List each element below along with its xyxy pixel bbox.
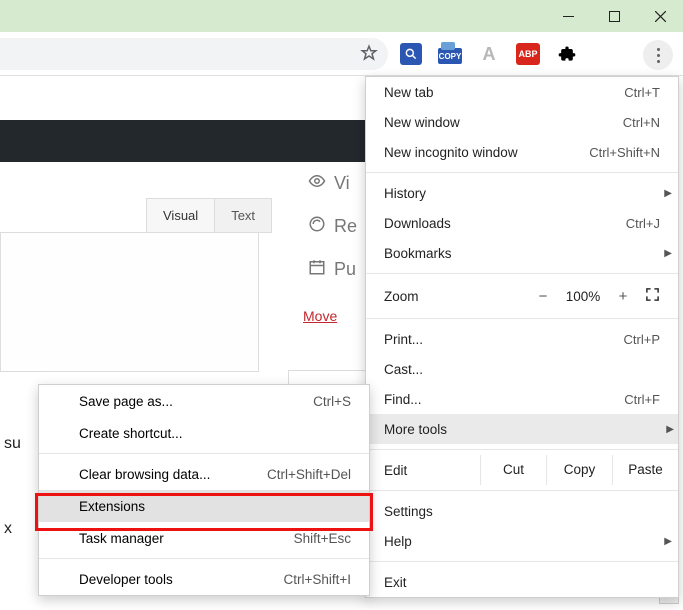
menu-separator — [366, 490, 678, 491]
chrome-main-menu: New tabCtrl+T New windowCtrl+N New incog… — [365, 76, 679, 598]
menu-zoom: Zoom − 100% + — [366, 279, 678, 313]
meta-icons: Vi Re Pu — [308, 172, 357, 281]
page-dark-header — [0, 120, 370, 162]
chevron-right-icon: ▶ — [664, 248, 672, 259]
submenu-save-page[interactable]: Save page as...Ctrl+S — [39, 385, 369, 417]
fullscreen-button[interactable] — [638, 287, 660, 305]
menu-settings[interactable]: Settings — [366, 496, 678, 526]
chrome-menu-button[interactable] — [643, 40, 673, 70]
edit-label: Edit — [384, 463, 480, 478]
browser-toolbar: COPY A ABP — [0, 32, 683, 76]
menu-separator — [366, 172, 678, 173]
submenu-extensions[interactable]: Extensions — [39, 490, 369, 522]
maximize-button[interactable] — [591, 0, 637, 32]
tab-text[interactable]: Text — [215, 198, 272, 233]
page-text-2: su — [4, 435, 21, 453]
extension-icons: COPY A ABP — [400, 40, 578, 68]
more-tools-submenu: Save page as...Ctrl+S Create shortcut...… — [38, 384, 370, 596]
menu-exit[interactable]: Exit — [366, 567, 678, 597]
meta-label-0: Vi — [334, 173, 350, 194]
address-bar[interactable] — [0, 38, 388, 70]
clock-icon — [308, 215, 326, 238]
menu-separator — [366, 561, 678, 562]
menu-new-tab[interactable]: New tabCtrl+T — [366, 77, 678, 107]
edit-copy[interactable]: Copy — [546, 455, 612, 485]
window-titlebar — [0, 0, 683, 32]
extension-a-icon[interactable]: A — [478, 43, 500, 65]
submenu-developer-tools[interactable]: Developer toolsCtrl+Shift+I — [39, 563, 369, 595]
menu-new-window[interactable]: New windowCtrl+N — [366, 107, 678, 137]
kebab-icon — [657, 48, 660, 63]
zoom-value: 100% — [558, 289, 608, 304]
meta-label-1: Re — [334, 216, 357, 237]
submenu-task-manager[interactable]: Task managerShift+Esc — [39, 522, 369, 554]
edit-paste[interactable]: Paste — [612, 455, 678, 485]
page-text-4: x — [4, 520, 12, 538]
submenu-clear-browsing[interactable]: Clear browsing data...Ctrl+Shift+Del — [39, 458, 369, 490]
menu-separator — [366, 273, 678, 274]
submenu-create-shortcut[interactable]: Create shortcut... — [39, 417, 369, 449]
chrome-window: A PUALS COPY A ABP — [0, 0, 683, 610]
menu-separator — [366, 318, 678, 319]
zoom-label: Zoom — [384, 289, 528, 304]
chevron-right-icon: ▶ — [664, 188, 672, 199]
zoom-out-button[interactable]: − — [528, 288, 558, 305]
submenu-separator — [39, 453, 369, 454]
menu-bookmarks[interactable]: Bookmarks▶ — [366, 238, 678, 268]
menu-cast[interactable]: Cast... — [366, 354, 678, 384]
edit-cut[interactable]: Cut — [480, 455, 546, 485]
zoom-in-button[interactable]: + — [608, 288, 638, 305]
menu-new-incognito[interactable]: New incognito windowCtrl+Shift+N — [366, 137, 678, 167]
eye-icon — [308, 172, 326, 195]
tab-visual[interactable]: Visual — [146, 198, 215, 233]
calendar-icon — [308, 258, 326, 281]
menu-print[interactable]: Print...Ctrl+P — [366, 324, 678, 354]
chevron-right-icon: ▶ — [664, 536, 672, 547]
menu-separator — [366, 449, 678, 450]
bookmark-star-icon[interactable] — [360, 44, 378, 65]
chevron-right-icon: ▶ — [666, 424, 674, 435]
editor-tabs: Visual Text — [146, 198, 272, 233]
submenu-separator — [39, 558, 369, 559]
menu-history[interactable]: History▶ — [366, 178, 678, 208]
editor-box[interactable] — [0, 232, 259, 372]
menu-edit-row: Edit Cut Copy Paste — [366, 455, 678, 485]
menu-find[interactable]: Find...Ctrl+F — [366, 384, 678, 414]
extension-copy-icon[interactable]: COPY — [438, 48, 462, 64]
move-to-link[interactable]: Move — [303, 308, 337, 324]
extension-abp-icon[interactable]: ABP — [516, 43, 540, 65]
minimize-button[interactable] — [545, 0, 591, 32]
extension-search-icon[interactable] — [400, 43, 422, 65]
menu-more-tools[interactable]: More tools▶ — [366, 414, 678, 444]
extensions-puzzle-icon[interactable] — [556, 43, 578, 65]
menu-downloads[interactable]: DownloadsCtrl+J — [366, 208, 678, 238]
menu-help[interactable]: Help▶ — [366, 526, 678, 556]
close-button[interactable] — [637, 0, 683, 32]
meta-label-2: Pu — [334, 259, 356, 280]
